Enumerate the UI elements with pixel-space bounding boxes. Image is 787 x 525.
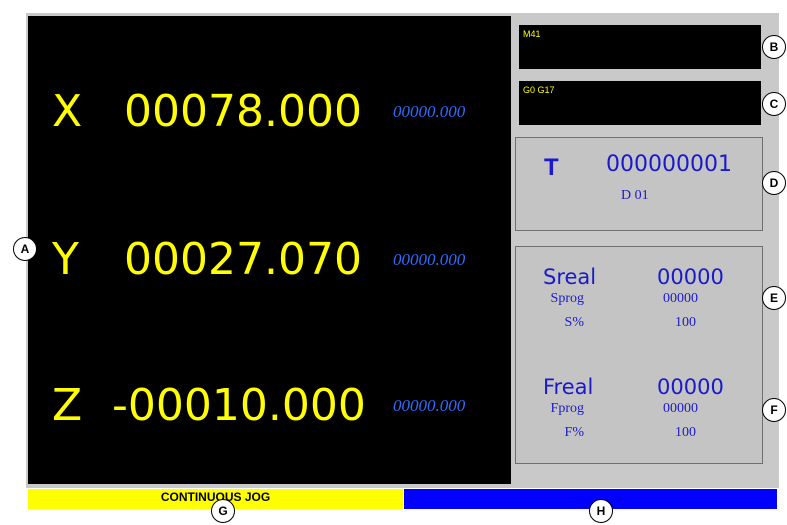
tool-offset: D 01 [621,188,649,203]
axis-value-x: 00078.000 [124,86,362,137]
axis-letter-z: Z [52,380,83,431]
m-code-display: M41 [519,25,761,69]
g-code-display: G0 G17 [519,81,761,125]
spindle-prog-label: Sprog [550,291,584,306]
axis-row-z: Z -00010.000 00000.000 [28,376,511,436]
callout-f: F [762,398,786,422]
callout-b: B [762,35,786,59]
spindle-real-value: 00000 [657,265,724,289]
callout-c: C [762,92,786,116]
spindle-pct-label: S% [564,315,584,330]
feed-prog-label: Fprog [550,401,584,416]
feed-prog-value: 00000 [663,401,698,416]
spindle-real-label: Sreal [543,265,597,289]
axis-value-z: -00010.000 [112,380,366,431]
tool-number: 000000001 [606,152,732,177]
spindle-prog-value: 00000 [663,291,698,306]
callout-h: H [589,499,613,523]
axis-secondary-y: 00000.000 [393,250,466,269]
callout-d: D [762,171,786,195]
tool-letter: T [544,154,559,181]
spindle-pct-value: 100 [675,315,696,330]
callout-g: G [211,499,235,523]
feed-real-label: Freal [543,375,594,399]
tool-panel: T 000000001 D 01 [515,137,763,231]
callout-a: A [13,237,37,261]
axis-secondary-z: 00000.000 [393,396,466,415]
axis-row-y: Y 00027.070 00000.000 [28,230,511,290]
axis-letter-x: X [52,86,83,137]
feed-pct-value: 100 [675,425,696,440]
axis-value-y: 00027.070 [124,234,362,285]
axis-letter-y: Y [52,234,79,285]
position-display: X 00078.000 00000.000 Y 00027.070 00000.… [28,16,511,484]
feed-real-value: 00000 [657,375,724,399]
axis-secondary-x: 00000.000 [393,102,466,121]
feed-pct-label: F% [564,425,584,440]
axis-row-x: X 00078.000 00000.000 [28,82,511,142]
callout-e: E [762,286,786,310]
spindle-feed-panel: Sreal 00000 Sprog 00000 S% 100 Freal 000… [515,246,763,464]
